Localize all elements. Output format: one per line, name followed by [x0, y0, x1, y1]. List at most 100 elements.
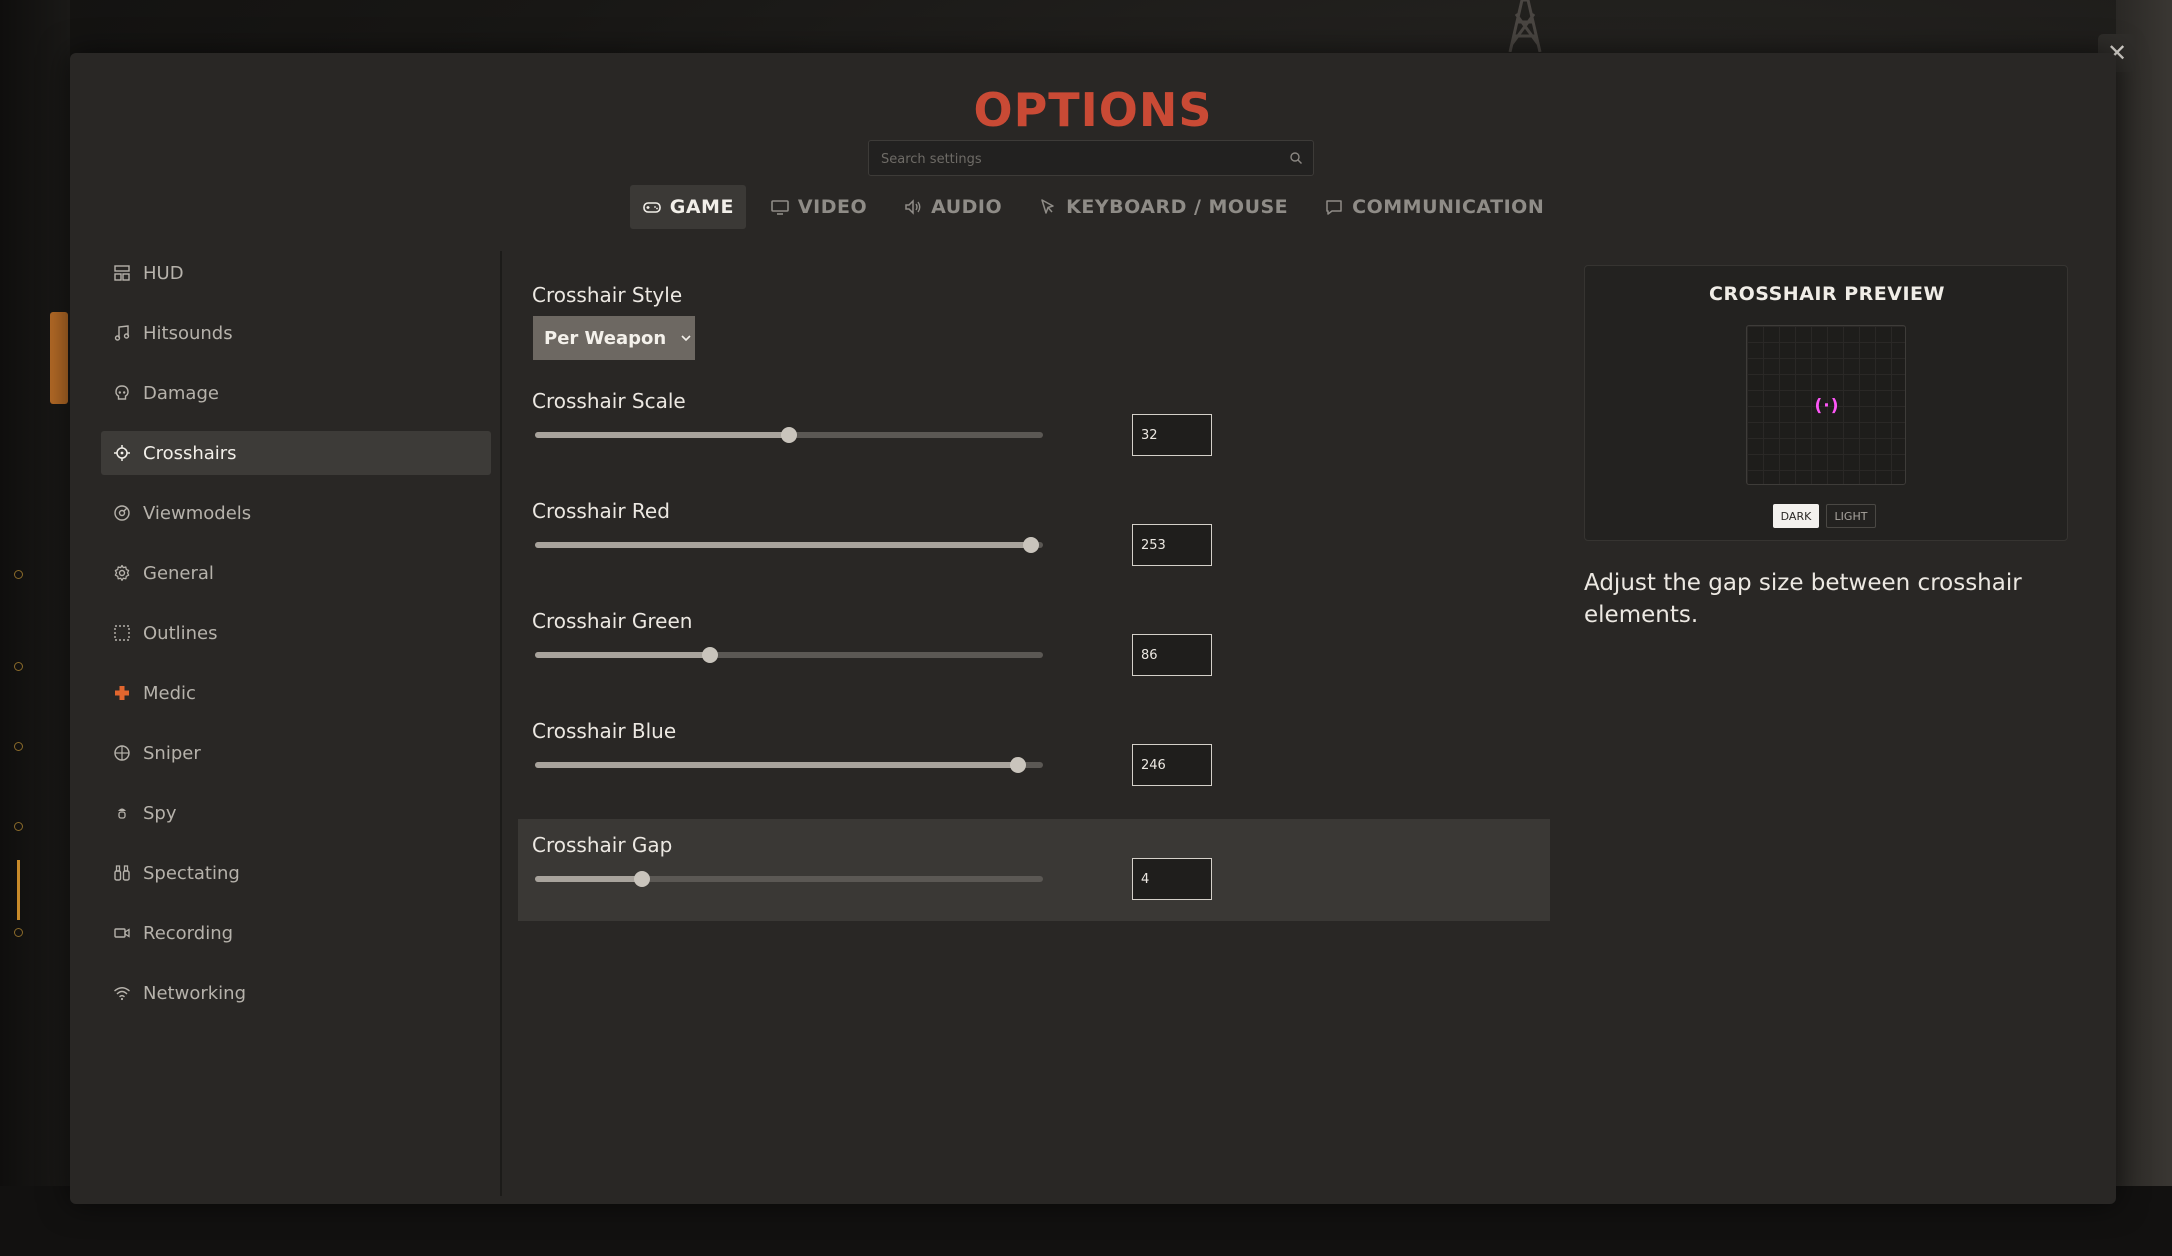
preview-dark-button[interactable]: DARK: [1773, 504, 1819, 528]
preview-title: CROSSHAIR PREVIEW: [1709, 283, 1945, 305]
options-modal: OPTIONS GAME VIDEO AUDIO KEYBOARD / MOUS…: [70, 53, 2116, 1204]
sidebar-item-label: Hitsounds: [143, 322, 233, 344]
sidebar-item-label: Outlines: [143, 622, 218, 644]
slider-thumb[interactable]: [1022, 537, 1039, 553]
page-title: OPTIONS: [973, 83, 1213, 137]
crosshair-style-dropdown[interactable]: Per Weapon: [533, 316, 695, 360]
search-icon: [1290, 152, 1302, 164]
wifi-icon: [113, 984, 131, 1002]
sidebar-item-label: Spy: [143, 802, 177, 824]
sidebar-item-sniper[interactable]: Sniper: [101, 731, 491, 775]
crosshair-gap-input[interactable]: 4: [1132, 858, 1212, 900]
sidebar-item-label: Sniper: [143, 742, 201, 764]
sidebar-item-label: Crosshairs: [143, 442, 237, 464]
sidebar-item-hud[interactable]: HUD: [101, 251, 491, 295]
search-input[interactable]: [879, 141, 1283, 177]
cursor-icon: [1041, 199, 1054, 214]
music-note-icon: [113, 324, 131, 342]
setting-label: Crosshair Scale: [532, 389, 686, 413]
background-left: [0, 0, 70, 1256]
tab-video[interactable]: VIDEO: [758, 185, 879, 229]
sidebar-item-label: Spectating: [143, 862, 240, 884]
slider-thumb[interactable]: [701, 647, 718, 663]
speaker-icon: [905, 199, 921, 215]
category-tabs: GAME VIDEO AUDIO KEYBOARD / MOUSE COMMUN…: [70, 185, 2116, 229]
sidebar-item-hitsounds[interactable]: Hitsounds: [101, 311, 491, 355]
tab-keyboard-mouse[interactable]: KEYBOARD / MOUSE: [1026, 185, 1300, 229]
setting-crosshair-gap: Crosshair Gap 4: [518, 819, 1550, 921]
sidebar-item-viewmodels[interactable]: Viewmodels: [101, 491, 491, 535]
tab-label: AUDIO: [931, 196, 1003, 218]
crosshair-icon: [113, 444, 131, 462]
crosshair-red-slider[interactable]: [535, 537, 1043, 553]
sidebar-item-networking[interactable]: Networking: [101, 971, 491, 1015]
slider-thumb[interactable]: [781, 427, 797, 443]
preview-light-button[interactable]: LIGHT: [1826, 504, 1876, 528]
setting-crosshair-scale: Crosshair Scale 32: [518, 375, 1550, 485]
sidebar-item-medic[interactable]: Medic: [101, 671, 491, 715]
sidebar-item-label: Networking: [143, 982, 246, 1004]
background-right: [2116, 0, 2172, 1256]
setting-label: Crosshair Green: [532, 609, 693, 633]
crosshair-green-slider[interactable]: [535, 647, 1043, 663]
sidebar-item-recording[interactable]: Recording: [101, 911, 491, 955]
tab-game[interactable]: GAME: [629, 185, 746, 229]
search-box[interactable]: [868, 140, 1314, 177]
sidebar-item-spy[interactable]: Spy: [101, 791, 491, 835]
gear-icon: [113, 564, 131, 582]
slider-thumb[interactable]: [633, 871, 650, 887]
setting-crosshair-blue: Crosshair Blue 246: [518, 705, 1550, 815]
setting-crosshair-style: Crosshair Style Per Weapon: [518, 269, 1550, 375]
tab-audio[interactable]: AUDIO: [891, 185, 1014, 229]
binoculars-icon: [113, 864, 131, 882]
background-marker: [14, 928, 23, 937]
slider-thumb[interactable]: [1009, 757, 1026, 773]
background-marker: [14, 822, 23, 831]
settings-panel: Crosshair Style Per Weapon Crosshair Sca…: [518, 269, 1550, 921]
slider-fill: [535, 432, 789, 438]
background-marker: [14, 570, 23, 579]
crosshair-preview-panel: CROSSHAIR PREVIEW (·) DARK LIGHT: [1584, 265, 2068, 541]
setting-label: Crosshair Red: [532, 499, 670, 523]
sidebar-item-crosshairs[interactable]: Crosshairs: [101, 431, 491, 475]
sidebar-item-label: General: [143, 562, 214, 584]
preview-canvas: (·): [1746, 325, 1906, 485]
sidebar-item-label: Damage: [143, 382, 219, 404]
crosshair-gap-slider[interactable]: [535, 871, 1043, 887]
sidebar-divider: [500, 251, 502, 1196]
sidebar-item-damage[interactable]: Damage: [101, 371, 491, 415]
sidebar-item-general[interactable]: General: [101, 551, 491, 595]
slider-fill: [535, 876, 642, 882]
hud-icon: [113, 264, 131, 282]
setting-label: Crosshair Blue: [532, 719, 677, 743]
background-marker: [14, 662, 23, 671]
background-tower: [1508, 0, 1542, 52]
background-marker: [14, 742, 23, 751]
crosshair-blue-slider[interactable]: [535, 757, 1043, 773]
scope-icon: [113, 744, 131, 762]
dashed-square-icon: [113, 624, 131, 642]
crosshair-green-input[interactable]: 86: [1132, 634, 1212, 676]
crosshair-red-input[interactable]: 253: [1132, 524, 1212, 566]
video-camera-icon: [113, 924, 131, 942]
dropdown-value: Per Weapon: [544, 327, 667, 349]
tab-label: VIDEO: [797, 196, 868, 218]
slider-fill: [535, 762, 1018, 768]
crosshair-preview-glyph: (·): [1814, 396, 1840, 416]
crosshair-scale-slider[interactable]: [535, 427, 1043, 443]
setting-crosshair-red: Crosshair Red 253: [518, 485, 1550, 595]
tab-label: KEYBOARD / MOUSE: [1066, 196, 1289, 218]
spy-icon: [113, 804, 131, 822]
setting-description: Adjust the gap size between crosshair el…: [1584, 570, 2022, 628]
crosshair-scale-input[interactable]: 32: [1132, 414, 1212, 456]
setting-label: Crosshair Gap: [532, 833, 673, 857]
slider-fill: [535, 542, 1031, 548]
tab-communication[interactable]: COMMUNICATION: [1312, 185, 1556, 229]
sidebar-item-spectating[interactable]: Spectating: [101, 851, 491, 895]
background-orange-sign: [50, 312, 68, 404]
skull-icon: [113, 384, 131, 402]
slider-fill: [535, 652, 710, 658]
sidebar-item-outlines[interactable]: Outlines: [101, 611, 491, 655]
crosshair-blue-input[interactable]: 246: [1132, 744, 1212, 786]
chevron-down-icon: [681, 335, 691, 342]
